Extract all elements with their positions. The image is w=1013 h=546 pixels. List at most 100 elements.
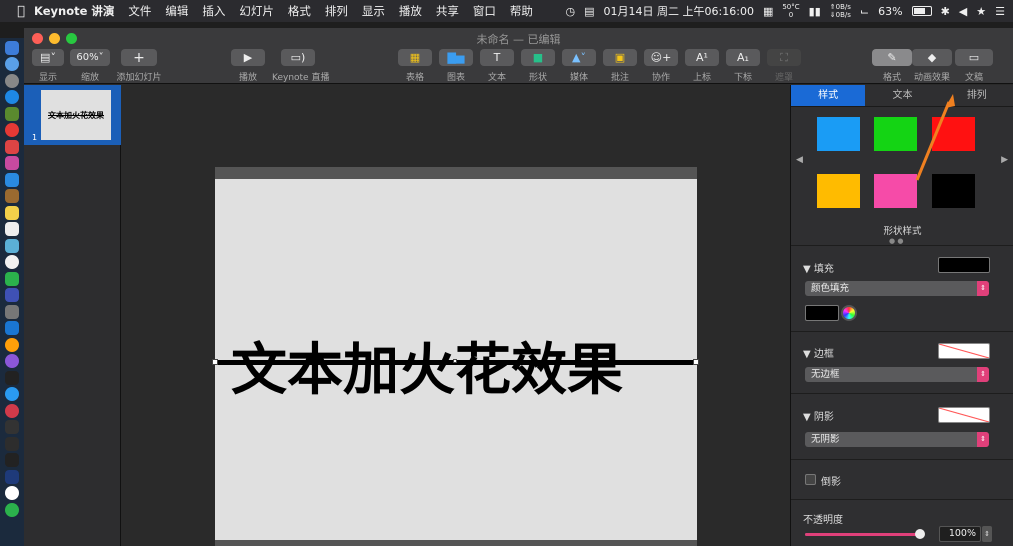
- border-type-popup[interactable]: 无边框 ⇕: [805, 367, 989, 382]
- opacity-stepper[interactable]: ⇕: [982, 526, 992, 542]
- opacity-value-field[interactable]: 100%: [939, 526, 981, 542]
- collaborate-button[interactable]: ☺+ 协作: [643, 49, 679, 83]
- menu-view[interactable]: 显示: [362, 3, 385, 19]
- zoom-button[interactable]: 60% ˅ 缩放: [70, 49, 110, 83]
- center-handle[interactable]: [453, 359, 457, 363]
- appstore-icon[interactable]: [5, 172, 19, 187]
- border-color-well[interactable]: [938, 343, 990, 359]
- fill-type-popup[interactable]: 颜色填充 ⇕: [805, 281, 989, 296]
- slide[interactable]: 文本加火花效果: [212, 179, 699, 546]
- media-button[interactable]: ▲˅ 媒体: [561, 49, 597, 83]
- animate-button[interactable]: ◆ 动画效果: [912, 49, 952, 83]
- opacity-slider-knob[interactable]: [915, 529, 925, 539]
- bluetooth-icon[interactable]: ✱: [941, 5, 950, 18]
- slide-thumbnail-selected[interactable]: 文本加火花效果 1: [24, 85, 121, 145]
- photos-icon[interactable]: [5, 255, 19, 269]
- siri-icon[interactable]: [5, 57, 19, 71]
- vpn-icon[interactable]: [5, 469, 19, 484]
- wechat-icon-2[interactable]: [5, 502, 19, 517]
- view-button[interactable]: ▤˅ 显示: [30, 49, 66, 83]
- superscript-button[interactable]: A¹ 上标: [684, 49, 720, 83]
- comment-button[interactable]: ▣ 批注: [602, 49, 638, 83]
- battery-percent[interactable]: 63%: [878, 5, 902, 18]
- shape-button[interactable]: ■ 形状: [520, 49, 556, 83]
- border-section-header[interactable]: ▼ 边框: [803, 345, 834, 360]
- menu-help[interactable]: 帮助: [510, 3, 533, 19]
- star-icon[interactable]: ★: [976, 5, 986, 18]
- battery-icon[interactable]: [911, 6, 932, 16]
- shadow-color-well[interactable]: [938, 407, 990, 423]
- app-menu[interactable]: Keynote 讲演: [34, 3, 114, 19]
- volume-icon[interactable]: ◀: [959, 5, 967, 18]
- reflection-checkbox[interactable]: [805, 474, 816, 485]
- menu-slide[interactable]: 幻灯片: [239, 3, 274, 19]
- app-icon-2[interactable]: [5, 189, 19, 203]
- app-icon-1[interactable]: [5, 156, 19, 170]
- keynote-icon[interactable]: [5, 321, 19, 335]
- opacity-slider-track[interactable]: [805, 529, 925, 539]
- shadow-section-header[interactable]: ▼ 阴影: [803, 408, 834, 423]
- document-button[interactable]: ▭ 文稿: [954, 49, 994, 83]
- chart-button[interactable]: ▇▅ 图表: [438, 49, 474, 83]
- menu-share[interactable]: 共享: [436, 3, 459, 19]
- slide-title-text[interactable]: 文本加火花效果: [231, 325, 681, 406]
- datetime[interactable]: 01月14日 周二 上午06:16:00: [604, 3, 754, 19]
- chrome-icon[interactable]: [5, 123, 19, 137]
- podcasts-icon[interactable]: [5, 354, 19, 368]
- menu-edit[interactable]: 编辑: [165, 3, 188, 19]
- format-button[interactable]: ✎ 格式: [872, 49, 912, 83]
- android-icon[interactable]: [5, 106, 19, 121]
- apple-icon[interactable]: : [8, 4, 34, 19]
- subscript-button[interactable]: A₁ 下标: [725, 49, 761, 83]
- prev-style-arrow-icon[interactable]: ◀: [796, 155, 803, 165]
- bookmark-icon[interactable]: ▦: [763, 5, 773, 18]
- fill-color-swatch[interactable]: [805, 305, 839, 321]
- yandex-icon[interactable]: [5, 486, 19, 500]
- activity-icon[interactable]: [5, 436, 19, 451]
- reminders-icon[interactable]: [5, 222, 19, 236]
- right-resize-handle[interactable]: [693, 359, 699, 365]
- console-icon[interactable]: [5, 453, 19, 467]
- preview-icon[interactable]: [5, 238, 19, 253]
- wechat-icon[interactable]: [5, 271, 19, 286]
- slide-thumbnail[interactable]: 文本加火花效果: [41, 90, 111, 140]
- appstore-icon-2[interactable]: [5, 387, 19, 401]
- play-button[interactable]: ▶ 播放: [230, 49, 266, 83]
- music-icon[interactable]: [5, 337, 19, 352]
- list-icon[interactable]: ☰: [995, 5, 1005, 18]
- camera-icon[interactable]: [5, 304, 19, 319]
- menu-window[interactable]: 窗口: [473, 3, 496, 19]
- appletv-icon[interactable]: [5, 370, 19, 385]
- keynote-live-button[interactable]: ▭) Keynote 直播: [272, 49, 329, 83]
- tab-style[interactable]: 样式: [791, 85, 866, 106]
- finder-icon[interactable]: [5, 40, 19, 55]
- wifi-icon[interactable]: ⌙: [860, 5, 869, 18]
- add-slide-button[interactable]: + 添加幻灯片: [116, 49, 162, 83]
- baidu-icon[interactable]: [5, 139, 19, 154]
- notes-icon[interactable]: [5, 205, 19, 220]
- safari-icon[interactable]: [5, 90, 19, 104]
- network-speed[interactable]: ⇑0B/s ⇓0B/s: [830, 3, 851, 19]
- app-icon-4[interactable]: [5, 403, 19, 418]
- fill-color-well[interactable]: [938, 257, 990, 273]
- clock-icon[interactable]: ◷: [566, 5, 576, 18]
- color-wheel-icon[interactable]: [841, 305, 857, 321]
- menu-arrange[interactable]: 排列: [325, 3, 348, 19]
- calendar-icon[interactable]: ▤: [584, 5, 594, 18]
- shadow-type-popup[interactable]: 无阴影 ⇕: [805, 432, 989, 447]
- menu-insert[interactable]: 插入: [202, 3, 225, 19]
- left-resize-handle[interactable]: [212, 359, 218, 365]
- terminal-icon[interactable]: [5, 420, 19, 434]
- launchpad-icon[interactable]: [5, 73, 19, 88]
- page-dots[interactable]: ● ●: [889, 237, 903, 245]
- menu-format[interactable]: 格式: [288, 3, 311, 19]
- menu-file[interactable]: 文件: [128, 3, 151, 19]
- style-swatch-yellow[interactable]: [817, 174, 860, 208]
- temperature[interactable]: 50°C 0: [782, 3, 799, 19]
- text-button[interactable]: T 文本: [479, 49, 515, 83]
- app-icon-3[interactable]: [5, 288, 19, 302]
- fill-section-header[interactable]: ▼ 填充: [803, 260, 834, 275]
- next-style-arrow-icon[interactable]: ▶: [1001, 155, 1008, 165]
- table-button[interactable]: ▦ 表格: [397, 49, 433, 83]
- mask-button[interactable]: ⛶ 遮罩: [766, 49, 802, 83]
